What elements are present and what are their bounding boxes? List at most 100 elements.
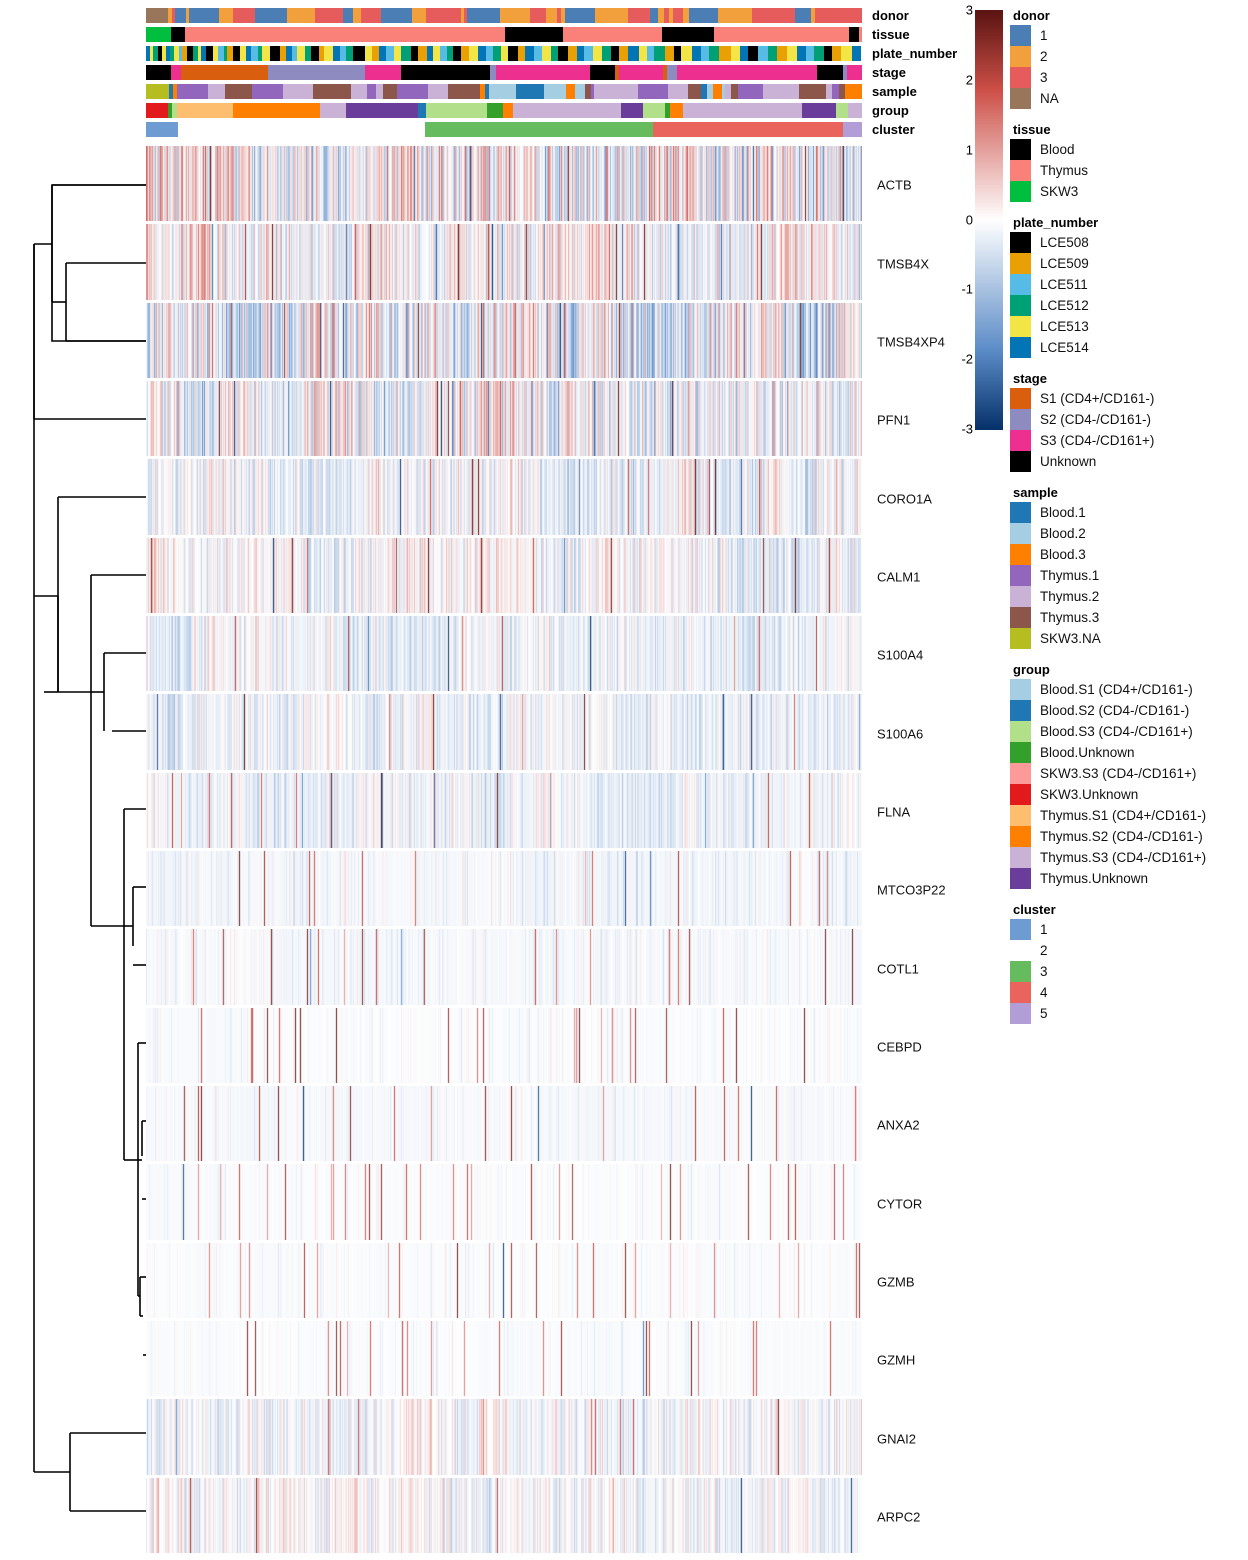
annotation-segment	[346, 103, 419, 118]
annotation-bar-sample	[146, 84, 862, 99]
annotation-segment	[232, 103, 320, 118]
annotation-segment	[146, 122, 178, 137]
legend-swatch	[1010, 88, 1031, 109]
heatmap-row	[146, 1007, 862, 1083]
annotation-track-labels: donor tissue plate_number stage sample group c…	[872, 8, 992, 144]
annotation-segment	[146, 103, 168, 118]
annotation-segment	[568, 46, 577, 61]
annotation-segment	[814, 46, 824, 61]
heatmap-row-cells	[146, 1399, 862, 1475]
legend-label: SKW3.Unknown	[1040, 786, 1139, 802]
annotation-label-plate_number: plate_number	[872, 46, 958, 61]
annotation-segment	[250, 46, 258, 61]
annotation-segment	[712, 84, 722, 99]
legend-item: LCE508	[1010, 232, 1248, 253]
annotation-segment	[176, 84, 209, 99]
legend-swatch	[1010, 1003, 1031, 1024]
heatmap-row-cells	[146, 1477, 862, 1553]
annotation-segment	[848, 103, 862, 118]
legend-group-donor: donor 1 2 3 NA	[1010, 8, 1248, 109]
annotation-segment	[268, 65, 365, 80]
legend-item: Thymus.3	[1010, 607, 1248, 628]
annotation-segment	[823, 46, 832, 61]
annotation-segment	[218, 8, 234, 23]
legend-title: tissue	[1013, 122, 1051, 137]
annotation-segment	[740, 46, 749, 61]
annotation-segment	[799, 84, 827, 99]
heatmap-row-cells	[146, 1321, 862, 1397]
annotation-segment	[688, 84, 701, 99]
annotation-segment	[841, 46, 852, 61]
annotation-segment	[342, 8, 353, 23]
heatmap-row	[146, 224, 862, 300]
legend-title: group	[1013, 662, 1050, 677]
annotation-bar-plate_number	[146, 46, 862, 61]
legend-label: SKW3.NA	[1040, 630, 1101, 646]
annotation-segment	[508, 46, 518, 61]
legend-item: LCE514	[1010, 337, 1248, 358]
legend-swatch	[1010, 274, 1031, 295]
legend-label: S2 (CD4-/CD161-)	[1040, 411, 1152, 427]
legend-swatch	[1010, 565, 1031, 586]
colorbar-tick: 2	[965, 72, 973, 88]
annotation-segment	[477, 46, 486, 61]
legend-item: 2	[1010, 940, 1248, 961]
legend-label: 1	[1040, 27, 1048, 43]
annotation-segment	[467, 8, 500, 23]
annotation-segment	[515, 84, 544, 99]
gene-label: COTL1	[877, 961, 919, 976]
legend-item: Blood.S2 (CD4-/CD161-)	[1010, 700, 1248, 721]
legend-item: Thymus	[1010, 160, 1248, 181]
annotation-segment	[575, 84, 586, 99]
colorbar-tick: -3	[961, 421, 973, 437]
legend-label: LCE511	[1040, 276, 1088, 292]
legend-panel: donor 1 2 3 NA tissue Blood Thymus SKW3 plate_num…	[1010, 8, 1248, 1037]
legend-swatch	[1010, 679, 1031, 700]
heatmap-row	[146, 1242, 862, 1318]
legend-item: 1	[1010, 25, 1248, 46]
annotation-segment	[621, 103, 643, 118]
legend-group-plate_number: plate_number LCE508 LCE509 LCE511 LCE512 LCE5…	[1010, 215, 1248, 358]
annotation-segment	[366, 84, 376, 99]
gene-label: TMSB4X	[877, 256, 930, 271]
annotation-segment	[461, 46, 470, 61]
annotation-segment	[748, 46, 758, 61]
legend-swatch	[1010, 805, 1031, 826]
legend-label: Blood.1	[1040, 504, 1086, 520]
legend-swatch	[1010, 919, 1031, 940]
legend-item: 2	[1010, 46, 1248, 67]
colorbar-tick: 1	[965, 142, 973, 158]
legend-item: 5	[1010, 1003, 1248, 1024]
annotation-segment	[593, 46, 603, 61]
annotation-segment	[410, 46, 418, 61]
heatmap-row	[146, 616, 862, 692]
annotation-segment	[417, 46, 428, 61]
heatmap-row-cells	[146, 929, 862, 1005]
annotation-segment	[146, 8, 169, 23]
legend-title: stage	[1013, 371, 1047, 386]
annotation-segment	[310, 46, 319, 61]
annotation-segment	[397, 84, 428, 99]
colorbar-tick: -2	[961, 351, 973, 367]
annotation-segment	[534, 46, 543, 61]
legend-label: S1 (CD4+/CD161-)	[1040, 390, 1155, 406]
annotation-segment	[411, 8, 426, 23]
heatmap-row	[146, 381, 862, 457]
annotation-segment	[859, 27, 862, 42]
legend-item: SKW3.Unknown	[1010, 784, 1248, 805]
annotation-segment	[831, 84, 840, 99]
legend-label: Blood.2	[1040, 525, 1086, 541]
annotation-segment	[371, 46, 379, 61]
gene-label: CALM1	[877, 569, 921, 585]
heatmap-figure: donor tissue plate_number stage sample group c…	[0, 0, 1248, 1560]
legend-title: cluster	[1013, 902, 1056, 917]
annotation-segment	[296, 46, 305, 61]
annotation-segment	[286, 8, 316, 23]
annotation-segment	[401, 65, 490, 80]
annotation-segment	[323, 46, 333, 61]
annotation-segment	[638, 46, 648, 61]
annotation-segment	[505, 27, 563, 42]
legend-swatch	[1010, 502, 1031, 523]
annotation-label-group: group	[872, 103, 909, 118]
gene-label: FLNA	[877, 804, 911, 820]
